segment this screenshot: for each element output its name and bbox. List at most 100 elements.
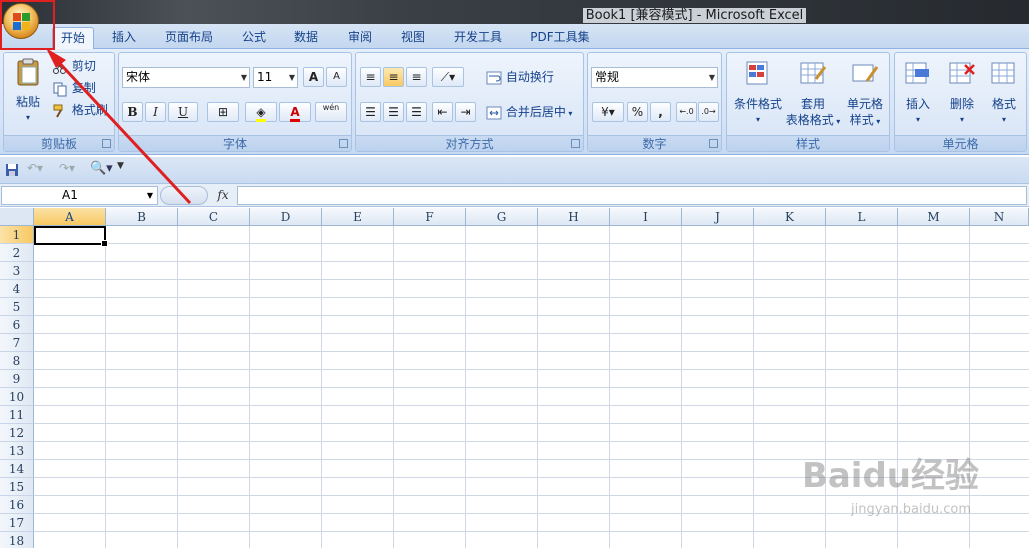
row-header[interactable]: 18	[0, 532, 34, 548]
cut-button[interactable]: 剪切	[52, 56, 96, 76]
paste-dropdown-icon[interactable]: ▾	[10, 110, 46, 126]
italic-button[interactable]: I	[145, 102, 166, 122]
format-as-table-button[interactable]: 套用 表格格式 ▾	[785, 59, 841, 130]
row-header[interactable]: 16	[0, 496, 34, 514]
row-header[interactable]: 7	[0, 334, 34, 352]
comma-style-button[interactable]: ,	[650, 102, 671, 122]
align-middle-button[interactable]: ≡	[383, 67, 404, 87]
row-header[interactable]: 4	[0, 280, 34, 298]
tab-formulas[interactable]: 公式	[234, 27, 274, 49]
column-header-k[interactable]: K	[754, 208, 826, 226]
row-header[interactable]: 12	[0, 424, 34, 442]
column-header-m[interactable]: M	[898, 208, 970, 226]
column-header-g[interactable]: G	[466, 208, 538, 226]
accounting-format-button[interactable]: ¥▾	[592, 102, 624, 122]
fill-color-button[interactable]: ◈	[245, 102, 277, 122]
office-button[interactable]	[3, 3, 39, 39]
insert-function-button[interactable]: fx	[210, 186, 236, 205]
column-header-c[interactable]: C	[178, 208, 250, 226]
column-header-a[interactable]: A	[34, 208, 106, 226]
shrink-font-button[interactable]: A	[326, 67, 347, 87]
font-name-select[interactable]: 宋体 ▼	[122, 67, 250, 88]
tab-data[interactable]: 数据	[286, 27, 326, 49]
number-format-select[interactable]: 常规 ▼	[591, 67, 718, 88]
row-header[interactable]: 1	[0, 226, 34, 244]
select-all-button[interactable]	[0, 208, 34, 226]
wrap-text-label: 自动换行	[505, 70, 554, 84]
redo-icon[interactable]: ↷▾	[59, 161, 75, 175]
row-header[interactable]: 6	[0, 316, 34, 334]
align-center-button[interactable]: ☰	[383, 102, 404, 122]
tab-page-layout[interactable]: 页面布局	[158, 27, 220, 49]
row-header[interactable]: 10	[0, 388, 34, 406]
paste-button[interactable]: 粘贴 ▾	[10, 57, 46, 126]
font-size-select[interactable]: 11 ▼	[253, 67, 298, 88]
phonetic-button[interactable]: wén	[315, 102, 347, 122]
underline-button[interactable]: U	[168, 102, 198, 122]
tab-home[interactable]: 开始	[52, 27, 94, 49]
font-launcher-icon[interactable]	[339, 139, 348, 148]
align-left-button[interactable]: ☰	[360, 102, 381, 122]
row-header[interactable]: 15	[0, 478, 34, 496]
row-header[interactable]: 9	[0, 370, 34, 388]
worksheet-grid[interactable]: A B C D E F G H I J K L M N 1 2 3 4 5 6 …	[0, 208, 1029, 548]
decrease-indent-button[interactable]: ⇤	[432, 102, 453, 122]
decrease-decimal-button[interactable]: .0→	[698, 102, 719, 122]
number-launcher-icon[interactable]	[709, 139, 718, 148]
conditional-format-button[interactable]: 条件格式 ▾	[729, 59, 787, 128]
copy-button[interactable]: 复制	[52, 78, 96, 98]
align-top-button[interactable]: ≡	[360, 67, 381, 87]
row-header[interactable]: 8	[0, 352, 34, 370]
align-right-button[interactable]: ☰	[406, 102, 427, 122]
merge-center-button[interactable]: 合并后居中 ▾	[486, 102, 572, 122]
row-header[interactable]: 2	[0, 244, 34, 262]
gridline	[34, 315, 1029, 316]
row-header[interactable]: 11	[0, 406, 34, 424]
row-header[interactable]: 13	[0, 442, 34, 460]
active-cell[interactable]	[34, 226, 108, 247]
column-header-d[interactable]: D	[250, 208, 322, 226]
tab-pdf-tools[interactable]: PDF工具集	[524, 27, 596, 49]
cut-label: 剪切	[71, 59, 96, 73]
save-icon[interactable]	[5, 163, 19, 177]
row-header[interactable]: 3	[0, 262, 34, 280]
column-header-n[interactable]: N	[970, 208, 1029, 226]
grow-font-button[interactable]: A	[303, 67, 324, 87]
percent-button[interactable]: %	[627, 102, 648, 122]
formula-expand-button[interactable]	[160, 186, 208, 205]
format-cells-button[interactable]: 格式 ▾	[983, 59, 1025, 128]
font-color-button[interactable]: A	[279, 102, 311, 122]
bold-button[interactable]: B	[122, 102, 143, 122]
column-header-h[interactable]: H	[538, 208, 610, 226]
delete-cells-button[interactable]: 删除 ▾	[941, 59, 983, 128]
column-header-b[interactable]: B	[106, 208, 178, 226]
column-header-e[interactable]: E	[322, 208, 394, 226]
column-header-f[interactable]: F	[394, 208, 466, 226]
wrap-text-button[interactable]: 自动换行	[486, 67, 554, 87]
increase-decimal-button[interactable]: ←.0	[676, 102, 697, 122]
row-header[interactable]: 5	[0, 298, 34, 316]
border-button[interactable]: ⊞	[207, 102, 239, 122]
undo-icon[interactable]: ↶▾	[27, 161, 43, 175]
customize-toolbar-icon[interactable]: ▼	[117, 161, 124, 171]
cell-styles-button[interactable]: 单元格 样式 ▾	[841, 59, 889, 130]
insert-cells-button[interactable]: 插入 ▾	[897, 59, 939, 128]
column-header-j[interactable]: J	[682, 208, 754, 226]
align-bottom-button[interactable]: ≡	[406, 67, 427, 87]
column-header-i[interactable]: I	[610, 208, 682, 226]
name-box[interactable]: A1 ▼	[1, 186, 158, 205]
tab-developer[interactable]: 开发工具	[446, 27, 510, 49]
print-preview-icon[interactable]: 🔍▾	[90, 161, 113, 176]
tab-insert[interactable]: 插入	[104, 27, 144, 49]
increase-indent-button[interactable]: ⇥	[455, 102, 476, 122]
alignment-launcher-icon[interactable]	[571, 139, 580, 148]
orientation-button[interactable]: ⟋▾	[432, 67, 464, 87]
row-header[interactable]: 14	[0, 460, 34, 478]
tab-review[interactable]: 审阅	[340, 27, 380, 49]
column-header-l[interactable]: L	[826, 208, 898, 226]
formula-input[interactable]	[237, 186, 1027, 205]
format-painter-button[interactable]: 格式刷	[52, 100, 108, 120]
row-header[interactable]: 17	[0, 514, 34, 532]
clipboard-launcher-icon[interactable]	[102, 139, 111, 148]
tab-view[interactable]: 视图	[393, 27, 433, 49]
